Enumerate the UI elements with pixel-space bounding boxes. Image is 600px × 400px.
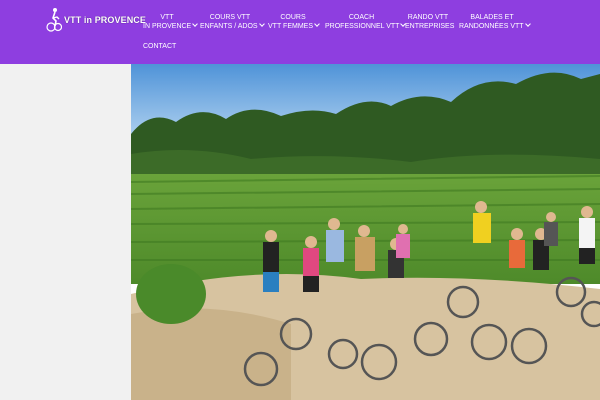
nav-label-line1: COURS	[280, 14, 306, 21]
nav-item-rando-vtt-entreprises[interactable]: RANDO VTT ENTREPRISES	[405, 13, 455, 31]
left-sidebar	[0, 64, 131, 400]
nav-item-cours-vtt-enfants[interactable]: COURS VTT ENFANTS / ADOS	[200, 13, 265, 31]
vineyard-bikers-photo	[131, 64, 600, 400]
nav-label-line2: ENTREPRISES	[405, 23, 455, 30]
nav-label-line1: VTT	[160, 14, 174, 21]
chevron-down-icon	[314, 21, 320, 27]
nav-label-line1: CONTACT	[143, 43, 177, 50]
hero-photo	[131, 64, 600, 400]
nav-label-line1: RANDO VTT	[407, 14, 449, 21]
nav-label-line2: RANDONNÉES VTT	[459, 23, 524, 30]
nav-item-balades-randonnees[interactable]: BALADES ET RANDONNÉES VTT	[459, 13, 531, 31]
nav-item-coach-professionnel[interactable]: COACH PROFESSIONNEL VTT	[325, 13, 407, 31]
nav-label-line2: VTT FEMMES	[268, 23, 313, 30]
nav-label-line1: BALADES ET	[470, 14, 514, 21]
nav-item-vtt-in-provence[interactable]: VTT IN PROVENCE	[143, 13, 199, 31]
nav-item-contact[interactable]: CONTACT	[143, 42, 176, 51]
chevron-down-icon	[258, 21, 265, 27]
site-logo[interactable]: VTT in PROVENCE	[46, 6, 146, 34]
nav-label-line2: IN PROVENCE	[143, 23, 192, 30]
logo-text: VTT in PROVENCE	[64, 15, 147, 25]
nav-label-line1: COACH	[348, 14, 375, 21]
nav-label-line2: PROFESSIONNEL VTT	[325, 23, 400, 30]
nav-item-cours-vtt-femmes[interactable]: COURS VTT FEMMES	[268, 13, 320, 31]
site-header: VTT in PROVENCE VTT IN PROVENCE COURS VT…	[0, 0, 600, 64]
nav-label-line2: ENFANTS / ADOS	[200, 23, 258, 30]
nav-label-line1: COURS VTT	[209, 14, 251, 21]
cyclist-icon	[46, 8, 62, 32]
chevron-down-icon	[524, 21, 531, 27]
chevron-down-icon	[192, 21, 199, 27]
